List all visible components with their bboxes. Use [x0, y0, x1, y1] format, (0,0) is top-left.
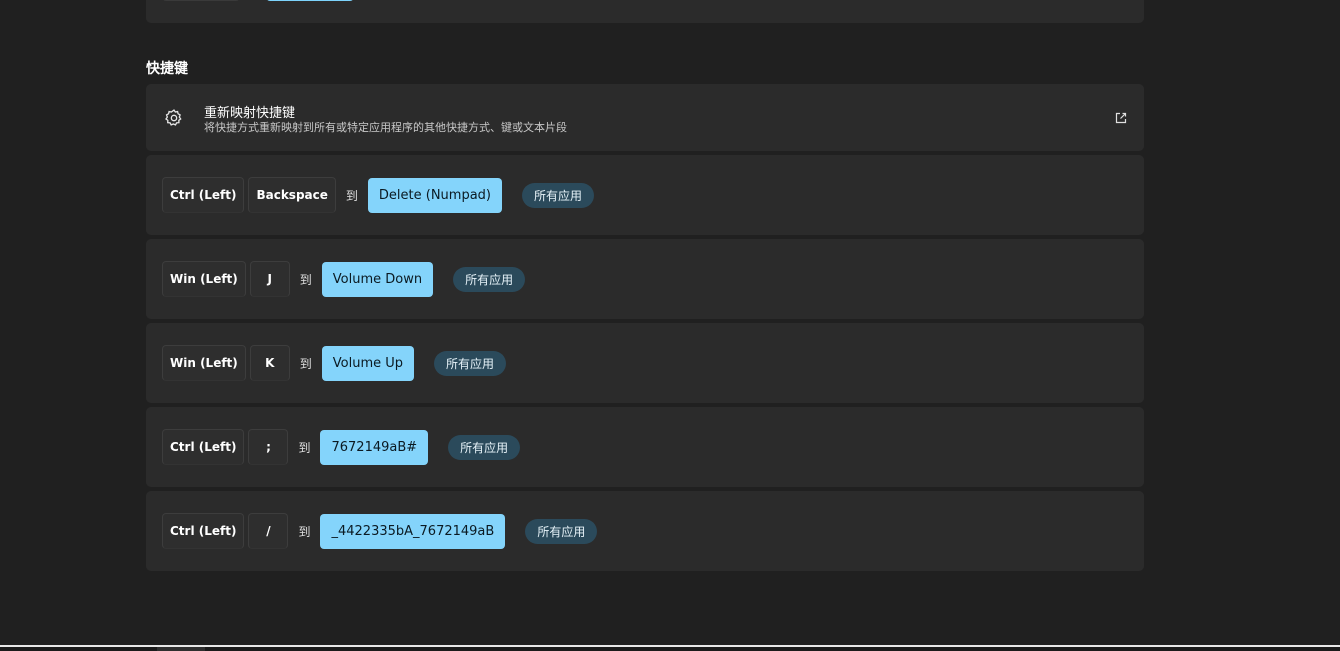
to-label: 到 — [298, 440, 311, 455]
shortcut-mapping-row[interactable]: Win (Left) J 到 Volume Down 所有应用 — [146, 239, 1144, 319]
target-action: Volume Up — [321, 345, 415, 381]
source-key: Ctrl (Left) — [162, 513, 245, 549]
target-action: Volume Down — [321, 261, 434, 297]
target-text: 7672149aB# — [320, 429, 429, 465]
section-title: 快捷键 — [146, 61, 188, 77]
scope-badge: 所有应用 — [525, 518, 598, 544]
previous-card-accent-button[interactable] — [266, 0, 354, 1]
source-key: ; — [248, 429, 289, 465]
shortcut-mapping-row[interactable]: Ctrl (Left) Backspace 到 Delete (Numpad) … — [146, 155, 1144, 235]
horizontal-scroll-thumb[interactable] — [157, 647, 205, 651]
shortcut-mapping-row[interactable]: Ctrl (Left) ; 到 7672149aB# 所有应用 — [146, 407, 1144, 487]
gear-icon — [165, 109, 182, 126]
source-key: / — [248, 513, 289, 549]
source-key: J — [249, 261, 290, 297]
source-key: Backspace — [248, 177, 336, 213]
previous-settings-card — [146, 0, 1144, 23]
scope-badge: 所有应用 — [453, 266, 526, 292]
target-text: _4422335bA_7672149aB — [320, 513, 506, 549]
settings-page: 快捷键 重新映射快捷键 将快捷方式重新映射到所有或特定应用程序的其他快捷方式、键… — [0, 0, 1340, 651]
source-key: Win (Left) — [162, 261, 246, 297]
open-external-icon[interactable] — [1114, 111, 1128, 125]
scope-badge: 所有应用 — [522, 182, 595, 208]
to-label: 到 — [345, 188, 358, 203]
to-label: 到 — [298, 524, 311, 539]
remap-card-description: 将快捷方式重新映射到所有或特定应用程序的其他快捷方式、键或文本片段 — [204, 121, 567, 134]
target-action: Delete (Numpad) — [367, 177, 502, 213]
source-key: Ctrl (Left) — [162, 429, 245, 465]
source-key: Win (Left) — [162, 345, 246, 381]
to-label: 到 — [299, 356, 312, 371]
scope-badge: 所有应用 — [434, 350, 507, 376]
shortcut-mapping-row[interactable]: Ctrl (Left) / 到 _4422335bA_7672149aB 所有应… — [146, 491, 1144, 571]
source-key: Ctrl (Left) — [162, 177, 245, 213]
to-label: 到 — [299, 272, 312, 287]
source-key: K — [249, 345, 290, 381]
remap-shortcuts-card[interactable]: 重新映射快捷键 将快捷方式重新映射到所有或特定应用程序的其他快捷方式、键或文本片… — [146, 84, 1144, 151]
previous-card-button[interactable] — [162, 0, 240, 1]
scope-badge: 所有应用 — [448, 434, 521, 460]
shortcut-mapping-row[interactable]: Win (Left) K 到 Volume Up 所有应用 — [146, 323, 1144, 403]
